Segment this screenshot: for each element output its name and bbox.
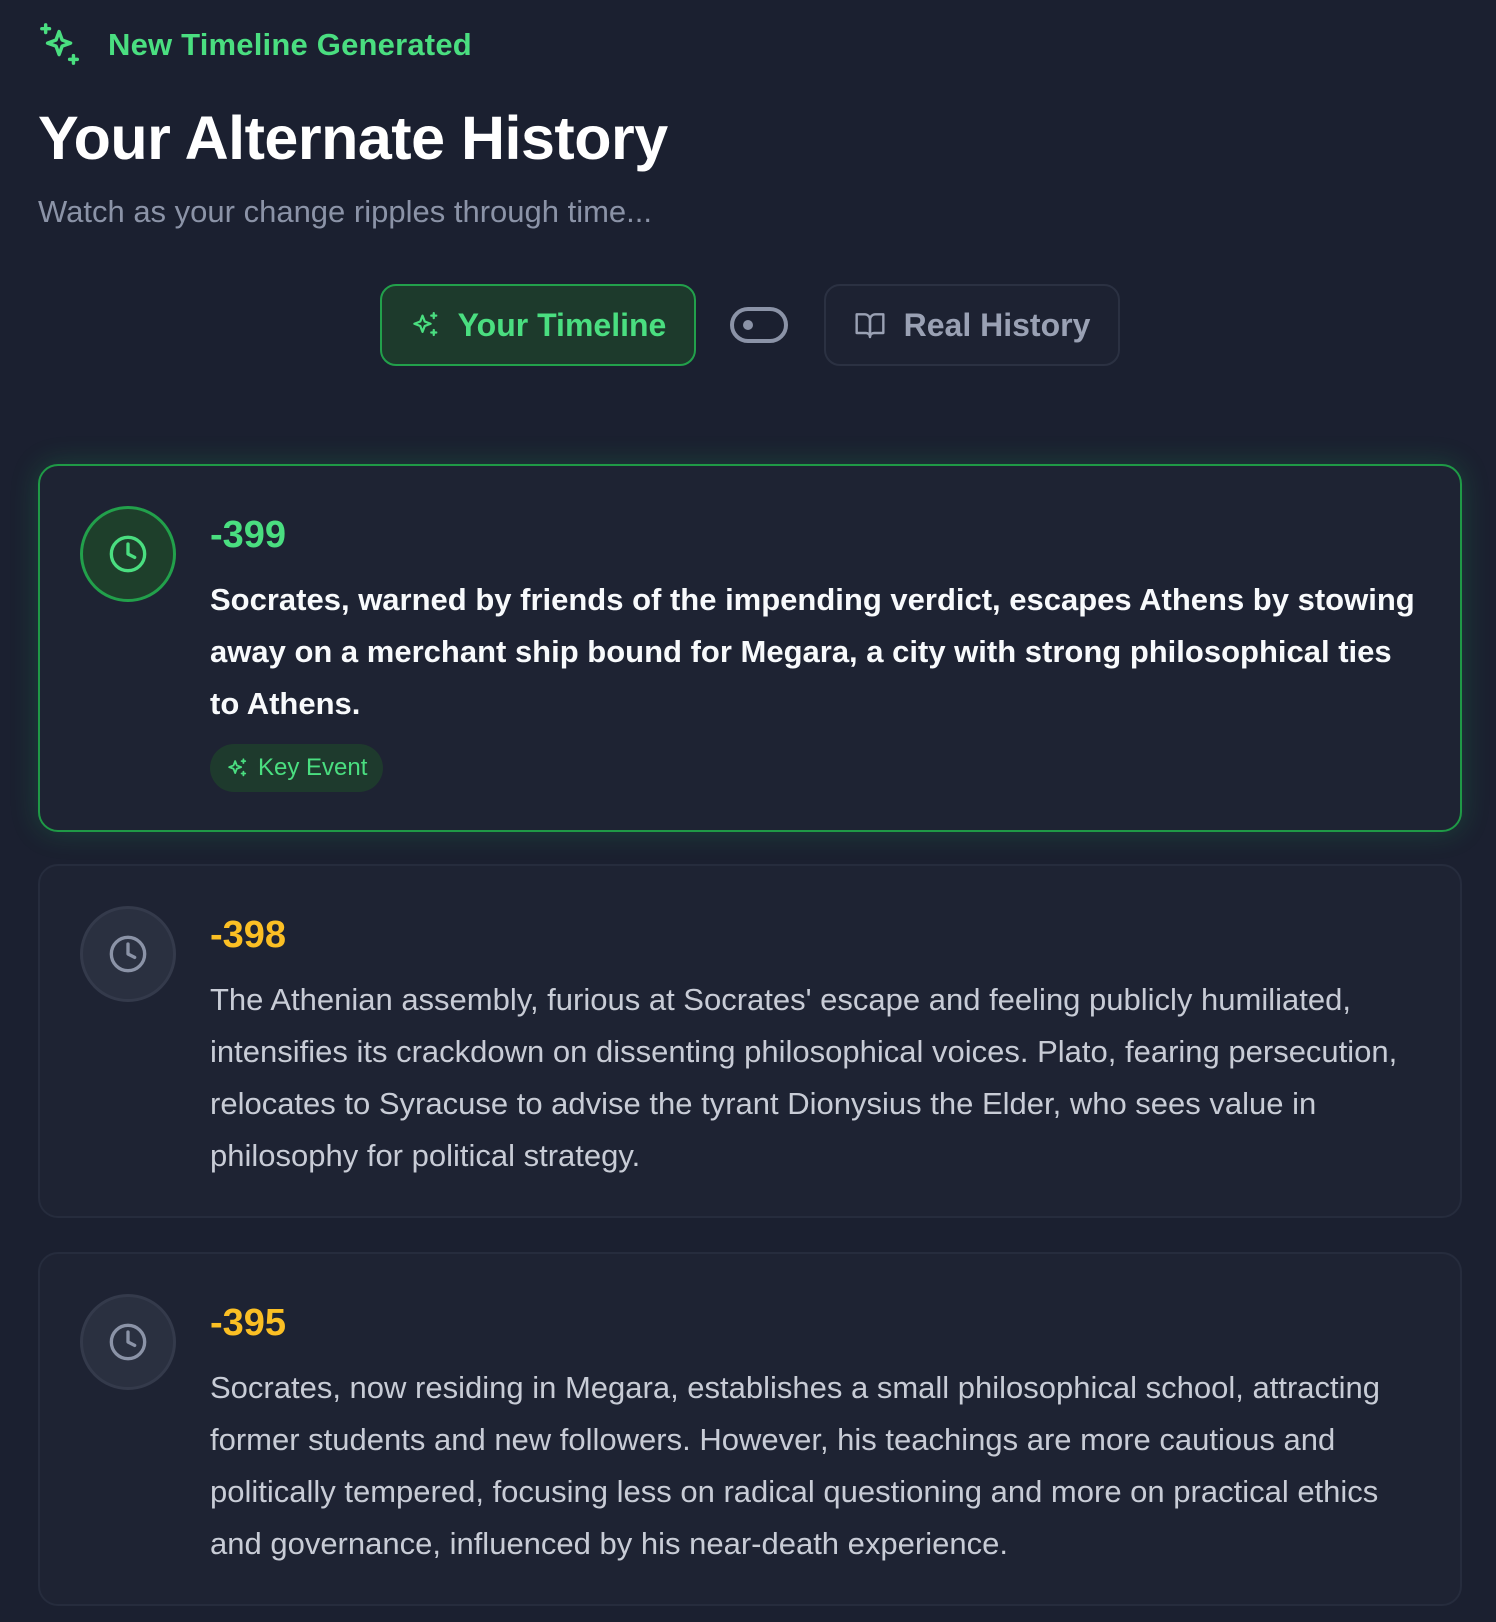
key-event-label: Key Event: [258, 754, 368, 781]
event-description: The Athenian assembly, furious at Socrat…: [210, 982, 1398, 1173]
event-year: -399: [210, 514, 287, 556]
book-open-icon: [854, 309, 886, 341]
toggle-icon: [730, 306, 788, 349]
real-history-label: Real History: [903, 306, 1091, 343]
timeline-event-card[interactable]: -399 Socrates, warned by friends of the …: [38, 464, 1462, 832]
event-description: Socrates, now residing in Megara, establ…: [210, 1370, 1380, 1561]
event-description: Socrates, warned by friends of the impen…: [210, 582, 1415, 721]
page-title: Your Alternate History: [38, 104, 668, 172]
sparkles-icon: [38, 22, 84, 68]
timeline-toggle: Your Timeline Real History: [380, 284, 1120, 368]
page-subtitle: Watch as your change ripples through tim…: [38, 194, 652, 229]
clock-icon: [80, 506, 176, 602]
sparkles-icon: [410, 310, 440, 340]
timeline-event-card[interactable]: -398 The Athenian assembly, furious at S…: [38, 864, 1462, 1218]
timeline-event-card[interactable]: -395 Socrates, now residing in Megara, e…: [38, 1252, 1462, 1606]
key-event-badge: Key Event: [210, 744, 384, 792]
your-timeline-button[interactable]: Your Timeline: [380, 284, 696, 366]
event-year: -395: [210, 1302, 287, 1344]
clock-icon: [80, 906, 176, 1002]
timeline-page: New Timeline Generated Your Alternate Hi…: [0, 0, 1496, 1622]
event-year: -398: [210, 914, 287, 956]
sparkles-icon: [226, 757, 248, 779]
real-history-button[interactable]: Real History: [824, 284, 1120, 366]
clock-icon: [80, 1294, 176, 1390]
your-timeline-label: Your Timeline: [457, 306, 667, 343]
new-timeline-badge: New Timeline Generated: [38, 20, 472, 70]
badge-label: New Timeline Generated: [108, 27, 472, 62]
history-view-switch[interactable]: [730, 306, 788, 344]
